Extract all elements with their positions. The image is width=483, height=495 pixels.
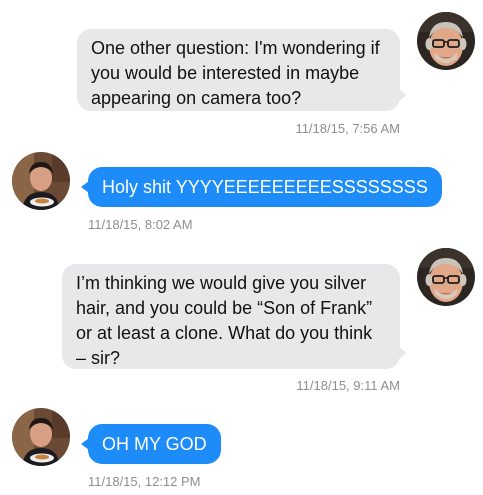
message-text: Holy shit YYYYEEEEEEEEESSSSSSSS bbox=[102, 177, 428, 197]
young-man-avatar-icon bbox=[12, 408, 70, 466]
message-timestamp: 11/18/15, 12:12 PM bbox=[88, 474, 201, 489]
older-man-avatar-icon bbox=[417, 248, 475, 306]
user-avatar[interactable] bbox=[12, 408, 70, 466]
older-man-avatar-icon bbox=[417, 12, 475, 70]
incoming-message-bubble[interactable]: One other question: I'm wondering if you… bbox=[77, 29, 407, 111]
message-text: One other question: I'm wondering if you… bbox=[91, 38, 380, 108]
outgoing-message-bubble[interactable]: Holy shit YYYYEEEEEEEEESSSSSSSS bbox=[81, 167, 442, 207]
user-avatar[interactable] bbox=[12, 152, 70, 210]
sender-avatar[interactable] bbox=[417, 12, 475, 70]
incoming-message-bubble[interactable]: I’m thinking we would give you silver ha… bbox=[62, 264, 407, 369]
message-text: I’m thinking we would give you silver ha… bbox=[76, 273, 373, 368]
message-text: OH MY GOD bbox=[102, 434, 207, 454]
outgoing-message-bubble[interactable]: OH MY GOD bbox=[81, 424, 221, 464]
sender-avatar[interactable] bbox=[417, 248, 475, 306]
message-timestamp: 11/18/15, 8:02 AM bbox=[88, 217, 193, 232]
message-timestamp: 11/18/15, 7:56 AM bbox=[295, 121, 400, 136]
message-thread: One other question: I'm wondering if you… bbox=[0, 0, 483, 495]
young-man-avatar-icon bbox=[12, 152, 70, 210]
message-timestamp: 11/18/15, 9:11 AM bbox=[296, 378, 400, 393]
